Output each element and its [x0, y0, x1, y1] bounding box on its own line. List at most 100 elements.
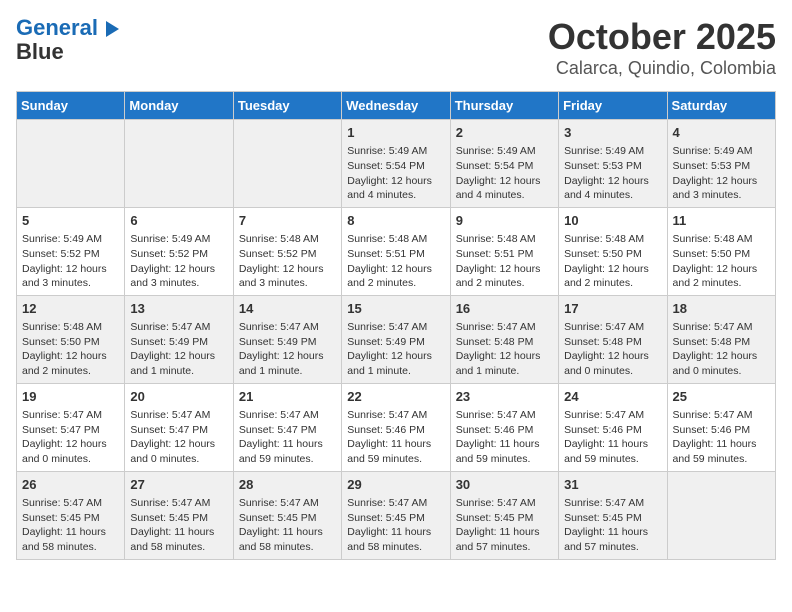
day-number: 14 [239, 300, 336, 318]
header-thursday: Thursday [450, 92, 558, 120]
page-header: General Blue October 2025 Calarca, Quind… [16, 16, 776, 79]
day-number: 20 [130, 388, 227, 406]
table-row: 7 Sunrise: 5:48 AMSunset: 5:52 PMDaylight… [233, 207, 341, 295]
day-info: Sunrise: 5:49 AMSunset: 5:54 PMDaylight:… [456, 144, 553, 203]
table-row: 2 Sunrise: 5:49 AMSunset: 5:54 PMDaylight… [450, 120, 558, 208]
day-number: 22 [347, 388, 444, 406]
day-info: Sunrise: 5:48 AMSunset: 5:50 PMDaylight:… [564, 232, 661, 291]
table-row [17, 120, 125, 208]
table-row: 3 Sunrise: 5:49 AMSunset: 5:53 PMDaylight… [559, 120, 667, 208]
table-row: 6Sunrise: 5:49 AMSunset: 5:52 PMDaylight… [125, 207, 233, 295]
day-info: Sunrise: 5:49 AMSunset: 5:53 PMDaylight:… [673, 144, 770, 203]
day-number: 25 [673, 388, 770, 406]
table-row: 15 Sunrise: 5:47 AMSunset: 5:49 PMDayligh… [342, 295, 450, 383]
table-row: 20 Sunrise: 5:47 AMSunset: 5:47 PMDayligh… [125, 383, 233, 471]
day-number: 1 [347, 124, 444, 142]
table-row: 8 Sunrise: 5:48 AMSunset: 5:51 PMDaylight… [342, 207, 450, 295]
logo: General Blue [16, 16, 119, 64]
logo-general: General [16, 15, 98, 40]
day-number: 21 [239, 388, 336, 406]
logo-arrow-icon [106, 21, 119, 37]
day-number: 13 [130, 300, 227, 318]
day-info: Sunrise: 5:47 AMSunset: 5:45 PMDaylight:… [456, 496, 553, 555]
day-info: Sunrise: 5:47 AMSunset: 5:48 PMDaylight:… [673, 320, 770, 379]
header-wednesday: Wednesday [342, 92, 450, 120]
table-row: 30 Sunrise: 5:47 AMSunset: 5:45 PMDayligh… [450, 471, 558, 559]
logo-blue: Blue [16, 40, 119, 64]
day-info: Sunrise: 5:47 AMSunset: 5:49 PMDaylight:… [239, 320, 336, 379]
table-row: 31Sunrise: 5:47 AMSunset: 5:45 PMDayligh… [559, 471, 667, 559]
day-number: 4 [673, 124, 770, 142]
header-saturday: Saturday [667, 92, 775, 120]
day-number: 9 [456, 212, 553, 230]
table-row: 27Sunrise: 5:47 AMSunset: 5:45 PMDayligh… [125, 471, 233, 559]
day-info: Sunrise: 5:47 AMSunset: 5:47 PMDaylight:… [239, 408, 336, 467]
table-row: 11 Sunrise: 5:48 AMSunset: 5:50 PMDayligh… [667, 207, 775, 295]
day-info: Sunrise: 5:47 AMSunset: 5:48 PMDaylight:… [456, 320, 553, 379]
day-info: Sunrise: 5:48 AMSunset: 5:50 PMDaylight:… [22, 320, 119, 379]
day-info: Sunrise: 5:48 AMSunset: 5:51 PMDaylight:… [347, 232, 444, 291]
day-number: 28 [239, 476, 336, 494]
table-row: 17Sunrise: 5:47 AMSunset: 5:48 PMDayligh… [559, 295, 667, 383]
day-info: Sunrise: 5:47 AMSunset: 5:45 PMDaylight:… [22, 496, 119, 555]
day-number: 16 [456, 300, 553, 318]
day-number: 5 [22, 212, 119, 230]
day-number: 17 [564, 300, 661, 318]
table-row: 24 Sunrise: 5:47 AMSunset: 5:46 PMDayligh… [559, 383, 667, 471]
day-number: 24 [564, 388, 661, 406]
table-row: 12 Sunrise: 5:48 AMSunset: 5:50 PMDayligh… [17, 295, 125, 383]
day-info: Sunrise: 5:47 AMSunset: 5:45 PMDaylight:… [564, 496, 661, 555]
day-info: Sunrise: 5:48 AMSunset: 5:50 PMDaylight:… [673, 232, 770, 291]
day-number: 26 [22, 476, 119, 494]
day-info: Sunrise: 5:47 AMSunset: 5:49 PMDaylight:… [347, 320, 444, 379]
header-monday: Monday [125, 92, 233, 120]
day-info: Sunrise: 5:47 AMSunset: 5:46 PMDaylight:… [673, 408, 770, 467]
day-number: 23 [456, 388, 553, 406]
day-number: 11 [673, 212, 770, 230]
day-info: Sunrise: 5:49 AMSunset: 5:52 PMDaylight:… [22, 232, 119, 291]
day-info: Sunrise: 5:49 AMSunset: 5:53 PMDaylight:… [564, 144, 661, 203]
table-row: 16 Sunrise: 5:47 AMSunset: 5:48 PMDayligh… [450, 295, 558, 383]
header-tuesday: Tuesday [233, 92, 341, 120]
day-number: 15 [347, 300, 444, 318]
day-info: Sunrise: 5:47 AMSunset: 5:46 PMDaylight:… [564, 408, 661, 467]
table-row: 18 Sunrise: 5:47 AMSunset: 5:48 PMDayligh… [667, 295, 775, 383]
title-block: October 2025 Calarca, Quindio, Colombia [548, 16, 776, 79]
week-row-3: 12 Sunrise: 5:48 AMSunset: 5:50 PMDayligh… [17, 295, 776, 383]
day-number: 10 [564, 212, 661, 230]
week-row-1: 1 Sunrise: 5:49 AMSunset: 5:54 PMDaylight… [17, 120, 776, 208]
day-number: 8 [347, 212, 444, 230]
day-number: 29 [347, 476, 444, 494]
calendar-subtitle: Calarca, Quindio, Colombia [548, 58, 776, 79]
day-number: 30 [456, 476, 553, 494]
day-number: 3 [564, 124, 661, 142]
day-number: 7 [239, 212, 336, 230]
table-row: 21 Sunrise: 5:47 AMSunset: 5:47 PMDayligh… [233, 383, 341, 471]
day-info: Sunrise: 5:47 AMSunset: 5:47 PMDaylight:… [130, 408, 227, 467]
table-row [125, 120, 233, 208]
table-row: 23 Sunrise: 5:47 AMSunset: 5:46 PMDayligh… [450, 383, 558, 471]
day-info: Sunrise: 5:47 AMSunset: 5:45 PMDaylight:… [130, 496, 227, 555]
day-number: 19 [22, 388, 119, 406]
calendar-table: Sunday Monday Tuesday Wednesday Thursday… [16, 91, 776, 560]
table-row: 14 Sunrise: 5:47 AMSunset: 5:49 PMDayligh… [233, 295, 341, 383]
weekday-header-row: Sunday Monday Tuesday Wednesday Thursday… [17, 92, 776, 120]
week-row-5: 26 Sunrise: 5:47 AMSunset: 5:45 PMDayligh… [17, 471, 776, 559]
day-info: Sunrise: 5:49 AMSunset: 5:54 PMDaylight:… [347, 144, 444, 203]
calendar-title: October 2025 [548, 16, 776, 58]
table-row: 13 Sunrise: 5:47 AMSunset: 5:49 PMDayligh… [125, 295, 233, 383]
table-row: 22Sunrise: 5:47 AMSunset: 5:46 PMDayligh… [342, 383, 450, 471]
day-info: Sunrise: 5:49 AMSunset: 5:52 PMDaylight:… [130, 232, 227, 291]
table-row: 9Sunrise: 5:48 AMSunset: 5:51 PMDaylight… [450, 207, 558, 295]
day-info: Sunrise: 5:47 AMSunset: 5:49 PMDaylight:… [130, 320, 227, 379]
day-number: 18 [673, 300, 770, 318]
table-row: 29 Sunrise: 5:47 AMSunset: 5:45 PMDayligh… [342, 471, 450, 559]
day-number: 2 [456, 124, 553, 142]
table-row: 25 Sunrise: 5:47 AMSunset: 5:46 PMDayligh… [667, 383, 775, 471]
day-info: Sunrise: 5:47 AMSunset: 5:47 PMDaylight:… [22, 408, 119, 467]
week-row-2: 5 Sunrise: 5:49 AMSunset: 5:52 PMDaylight… [17, 207, 776, 295]
day-info: Sunrise: 5:47 AMSunset: 5:46 PMDaylight:… [456, 408, 553, 467]
day-info: Sunrise: 5:47 AMSunset: 5:45 PMDaylight:… [347, 496, 444, 555]
day-info: Sunrise: 5:48 AMSunset: 5:52 PMDaylight:… [239, 232, 336, 291]
day-number: 12 [22, 300, 119, 318]
